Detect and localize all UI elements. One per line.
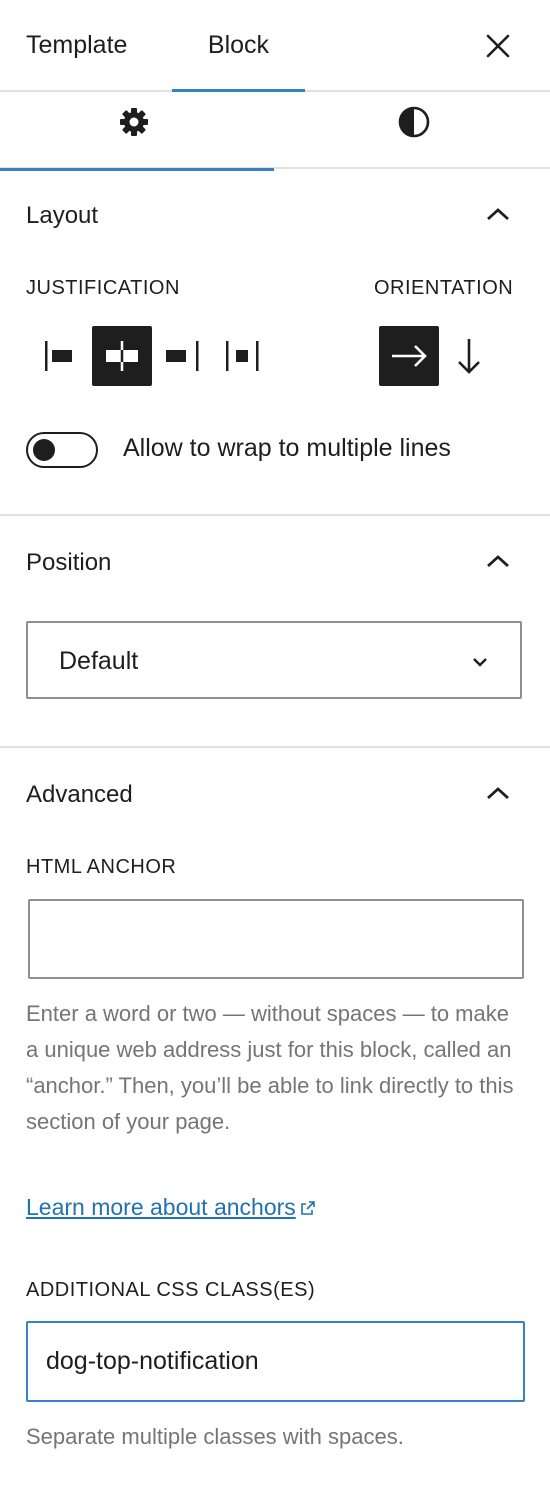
wrap-toggle-label: Allow to wrap to multiple lines — [123, 434, 451, 462]
tab-block[interactable]: Block — [172, 0, 305, 92]
justify-left-icon — [45, 341, 72, 371]
html-anchor-help: Enter a word or two — without spaces — t… — [26, 1001, 514, 1134]
orientation-label: Orientation — [374, 277, 514, 299]
orientation-vertical-button[interactable] — [439, 326, 499, 386]
css-classes-input[interactable] — [26, 1321, 525, 1402]
learn-more-anchors-link[interactable]: Learn more about anchors — [26, 1194, 316, 1221]
tab-template[interactable]: Template — [26, 0, 127, 90]
css-classes-label: Additional CSS class(es) — [26, 1279, 316, 1301]
contrast-icon — [398, 106, 430, 138]
toggle-knob — [33, 439, 55, 461]
position-panel-title: Position — [26, 549, 112, 576]
justification-label: Justification — [26, 277, 180, 299]
inspector-header: Template Block — [0, 0, 550, 92]
section-divider — [0, 746, 550, 748]
layout-panel-title: Layout — [26, 202, 99, 229]
position-select-value: Default — [59, 647, 139, 675]
chevron-up-icon — [487, 555, 509, 568]
justify-space-between-button[interactable] — [212, 326, 272, 386]
position-toggle-button[interactable] — [483, 551, 513, 571]
layout-toggle-button[interactable] — [483, 204, 513, 224]
chevron-up-icon — [487, 787, 509, 800]
arrow-down-icon — [458, 339, 480, 374]
wrap-toggle[interactable] — [26, 432, 98, 468]
learn-more-anchors-text: Learn more about anchors — [26, 1194, 296, 1220]
gear-icon — [120, 108, 148, 136]
justify-right-button[interactable] — [152, 326, 212, 386]
html-anchor-input[interactable] — [28, 899, 524, 979]
html-anchor-label: HTML anchor — [26, 856, 177, 878]
orientation-horizontal-button[interactable] — [379, 326, 439, 386]
advanced-panel-title: Advanced — [26, 781, 133, 808]
css-classes-help: Separate multiple classes with spaces. — [26, 1424, 404, 1449]
chevron-up-icon — [487, 208, 509, 221]
tab-settings[interactable] — [0, 92, 274, 171]
inspector-subtabs — [0, 92, 550, 171]
justify-left-button[interactable] — [32, 326, 92, 386]
tab-styles[interactable] — [276, 92, 550, 169]
advanced-toggle-button[interactable] — [483, 783, 513, 803]
justify-right-icon — [166, 341, 199, 371]
justify-center-button[interactable] — [92, 326, 152, 386]
justify-space-between-icon — [226, 341, 259, 371]
close-button[interactable] — [482, 30, 514, 62]
section-divider — [0, 514, 550, 516]
external-link-icon — [300, 1201, 315, 1215]
close-icon — [486, 34, 510, 58]
justify-center-icon — [106, 341, 138, 371]
chevron-down-icon — [473, 658, 487, 667]
position-select[interactable]: Default — [26, 621, 522, 699]
arrow-right-icon — [392, 345, 427, 367]
